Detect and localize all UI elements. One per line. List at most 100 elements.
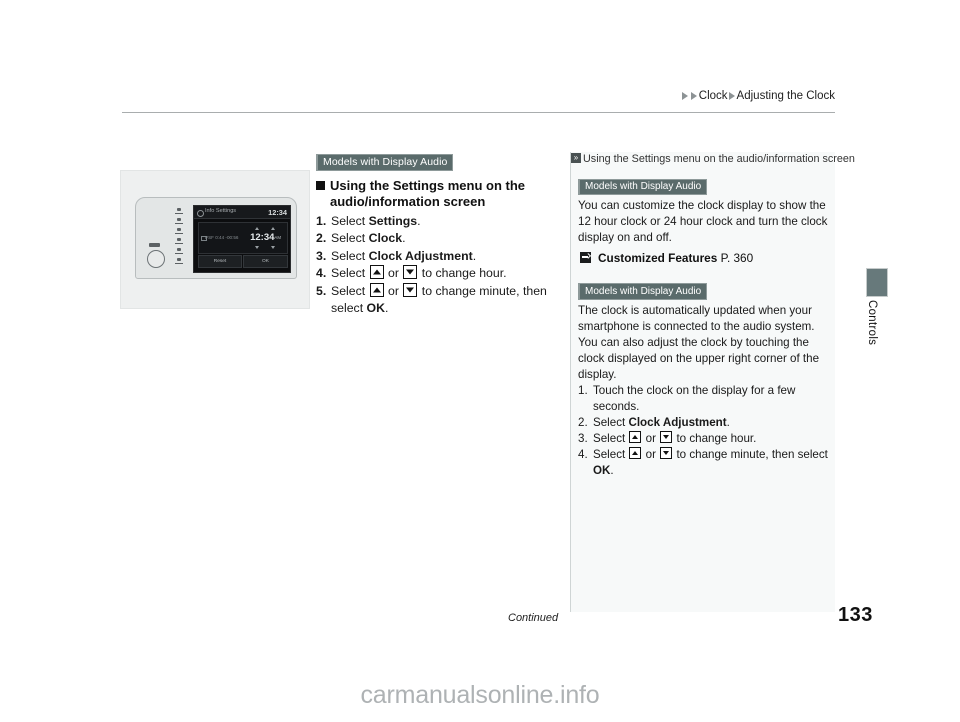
chapter-tab-marker [866, 268, 888, 297]
note-title: » Using the Settings menu on the audio/i… [570, 152, 855, 166]
step-text-pre: Touch the clock on the display for a few… [593, 383, 796, 413]
list-item: 4. Select or to change minute, then selec… [578, 446, 835, 479]
step-number: 4. [316, 266, 327, 281]
ok-button[interactable]: OK [243, 255, 288, 268]
up-arrow-icon [629, 430, 642, 443]
cross-reference-page: P. 360 [720, 250, 754, 265]
step-target-clock: Clock [368, 231, 403, 246]
clock-ampm: AM [274, 235, 281, 240]
head-unit-body: Info Settings 12:34 PSF 0:44 -00:56 12:3… [135, 197, 297, 279]
down-arrow-icon [660, 430, 673, 443]
screen-title: Info Settings [205, 208, 237, 214]
notes-column: » Using the Settings menu on the audio/i… [570, 152, 855, 479]
step-text-mid: or [384, 266, 403, 281]
step-number: 2. [316, 231, 327, 246]
breadcrumb-item-clock: Clock [698, 90, 728, 102]
down-arrow-icon [403, 282, 418, 297]
button-icon-column [172, 208, 186, 268]
list-item: 5. Select or to change minute, then selec… [316, 282, 561, 318]
list-item: 3. Select or to change hour. [578, 430, 835, 447]
step-text-post: to change hour. [673, 431, 757, 445]
hu-button-icon [175, 238, 183, 244]
models-badge: Models with Display Audio [578, 178, 708, 196]
list-item: 2. Select Clock Adjustment. [578, 415, 835, 431]
step-text-pre: Select [593, 415, 629, 429]
step-text-post: . [402, 231, 406, 246]
note-body-text: You can customize the clock display to s… [578, 199, 828, 244]
step-number: 1. [316, 213, 327, 228]
square-bullet-icon [316, 181, 325, 190]
hu-button-icon [175, 228, 183, 234]
list-item: 4. Select or to change hour. [316, 265, 561, 282]
illustration-audio-head-unit: Info Settings 12:34 PSF 0:44 -00:56 12:3… [120, 170, 310, 309]
screen-title-bar: Info Settings 12:34 [194, 206, 290, 219]
instruction-steps-list: 1. Select Settings. 2. Select Clock. 3. Sel… [316, 213, 561, 318]
step-target-clock-adjustment: Clock Adjustment [368, 248, 473, 263]
step-number: 2. [578, 415, 588, 429]
volume-knob [147, 250, 165, 268]
hu-button-icon [175, 208, 183, 214]
list-item: 1. Select Settings. [316, 213, 561, 230]
clock-time-display: 12:34AM [250, 232, 281, 243]
note-body-text: The clock is automatically updated when … [578, 303, 820, 381]
step-text-pre: Select [331, 213, 369, 228]
up-arrow-icon [629, 446, 642, 459]
step-number: 3. [316, 248, 327, 263]
clock-adjustment-panel: PSF 0:44 -00:56 12:34AM [198, 222, 288, 254]
list-item: 1. Touch the clock on the display for a f… [578, 383, 835, 415]
hu-button-icon [175, 248, 183, 254]
minute-down-arrow-icon [271, 246, 275, 249]
hour-up-arrow-icon [255, 227, 259, 230]
note-block-clock-display: Models with Display Audio You can custom… [570, 176, 835, 265]
knob-cap-icon [149, 243, 160, 247]
section-heading-text: Using the Settings menu on the audio/inf… [330, 178, 526, 209]
up-arrow-icon [369, 265, 384, 280]
step-number: 4. [578, 447, 588, 461]
step-text-post: . [417, 213, 421, 228]
reset-button[interactable]: Reset [198, 255, 242, 268]
clock-hour: 12 [250, 232, 261, 243]
down-arrow-icon [660, 446, 673, 459]
section-heading: Using the Settings menu on the audio/inf… [316, 178, 561, 210]
step-text-pre: Select [331, 248, 369, 263]
psf-label: PSF 0:44 -00:56 [205, 235, 239, 240]
note-title-text: Using the Settings menu on the audio/inf… [583, 153, 855, 165]
breadcrumb-arrow-icon [681, 92, 688, 100]
step-number: 5. [316, 283, 327, 298]
step-target-clock-adjustment: Clock Adjustment [628, 415, 727, 429]
hour-down-arrow-icon [255, 246, 259, 249]
breadcrumb-arrow-icon [728, 92, 735, 100]
step-text-pre: Select [593, 447, 629, 461]
continued-label: Continued [508, 612, 559, 624]
step-text-mid: or [384, 283, 403, 298]
step-text-mid: or [642, 431, 660, 445]
screen-button-row: Reset OK [198, 255, 288, 268]
hu-button-icon [175, 258, 183, 264]
double-chevron-icon: » [571, 153, 581, 163]
breadcrumb: Clock Adjusting the Clock [122, 90, 835, 102]
minute-up-arrow-icon [271, 227, 275, 230]
step-text-pre: Select [331, 231, 369, 246]
step-text-pre: Select [593, 431, 629, 445]
step-text-tail: . [385, 300, 389, 315]
step-text-pre: Select [331, 266, 369, 281]
jump-arrow-icon [580, 251, 591, 263]
breadcrumb-item-adjusting-the-clock: Adjusting the Clock [736, 90, 835, 102]
watermark: carmanualsonline.info [360, 681, 600, 709]
step-text-post: to change hour. [418, 266, 507, 281]
cross-reference-customized-features[interactable]: Customized Features P. 360 [578, 251, 835, 265]
step-target-ok: OK [593, 463, 611, 477]
up-arrow-icon [369, 282, 384, 297]
step-text-tail: . [610, 463, 614, 477]
screen-clock: 12:34 [268, 207, 287, 217]
step-text-pre: Select [331, 283, 369, 298]
step-number: 3. [578, 431, 588, 445]
step-target-settings: Settings [368, 213, 418, 228]
hu-button-icon [175, 218, 183, 224]
step-number: 1. [578, 383, 588, 397]
note-steps-list: 1. Touch the clock on the display for a f… [578, 383, 835, 479]
step-text-post: . [726, 415, 730, 429]
list-item: 3. Select Clock Adjustment. [316, 248, 561, 265]
down-arrow-icon [403, 265, 418, 280]
models-badge: Models with Display Audio [316, 153, 454, 171]
